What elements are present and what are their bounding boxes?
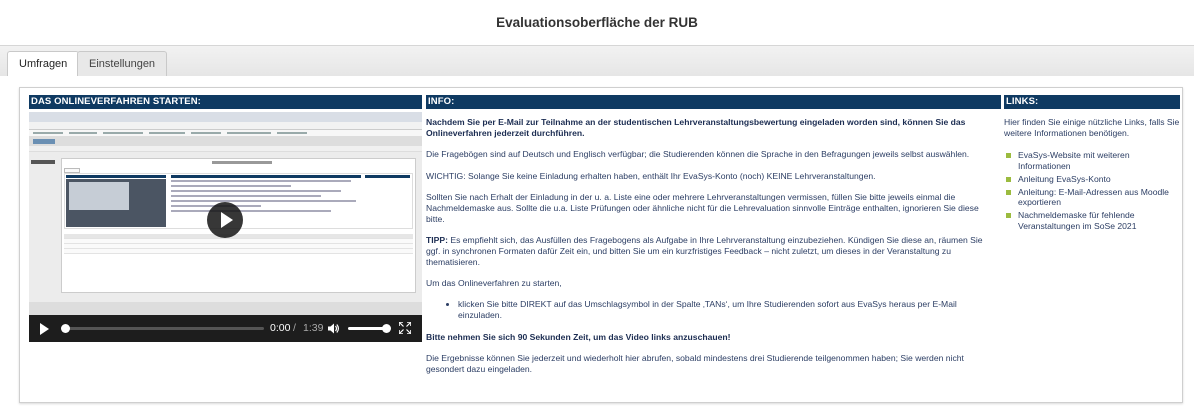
video-controls: 0:00 / 1:39: [29, 315, 422, 342]
link-anleitung-konto[interactable]: Anleitung EvaSys-Konto: [1004, 174, 1182, 185]
tab-umfragen[interactable]: Umfragen: [7, 51, 80, 78]
video-duration: 1:39: [303, 322, 324, 334]
tab-einstellungen[interactable]: Einstellungen: [77, 51, 168, 77]
link-moodle-export[interactable]: Anleitung: E-Mail-Adressen aus Moodle ex…: [1004, 187, 1182, 209]
info-tip-label: TIPP:: [426, 234, 448, 245]
info-text: Nachdem Sie per E-Mail zur Teilnahme an …: [426, 117, 998, 385]
bullet-square-icon: [1006, 152, 1011, 158]
video-time-separator: /: [293, 322, 296, 334]
info-languages: Die Fragebögen sind auf Deutsch und Engl…: [426, 149, 970, 160]
info-important: WICHTIG: Solange Sie keine Einladung erh…: [426, 170, 876, 181]
page-header: Evaluationsoberfläche der RUB: [0, 0, 1194, 44]
play-icon[interactable]: [40, 323, 49, 335]
info-steps: klicken Sie bitte DIREKT auf das Umschla…: [458, 299, 998, 321]
link-nachmeldemaske[interactable]: Nachmeldemaske für fehlende Veranstaltun…: [1004, 210, 1182, 232]
page-title: Evaluationsoberfläche der RUB: [496, 14, 698, 30]
link-label[interactable]: Anleitung EvaSys-Konto: [1018, 174, 1111, 184]
tab-panel: DAS ONLINEVERFAHREN STARTEN: INFO: LINKS…: [0, 76, 1194, 409]
bullet-square-icon: [1006, 189, 1011, 195]
info-intro: Nachdem Sie per E-Mail zur Teilnahme an …: [426, 117, 966, 138]
bullet-square-icon: [1006, 213, 1011, 219]
info-column-header: INFO:: [426, 95, 1001, 109]
link-label[interactable]: Nachmeldemaske für fehlende Veranstaltun…: [1018, 210, 1137, 231]
fullscreen-icon[interactable]: [399, 322, 411, 334]
link-label[interactable]: EvaSys-Website mit weiteren Informatione…: [1018, 150, 1130, 171]
tutorial-video[interactable]: 0:00 / 1:39: [29, 112, 422, 342]
info-results: Die Ergebnisse können Sie jederzeit und …: [426, 352, 964, 374]
volume-knob[interactable]: [382, 324, 391, 333]
video-progress-knob[interactable]: [61, 324, 70, 333]
video-current-time: 0:00: [270, 322, 291, 334]
info-tip-text: Es empfiehlt sich, das Ausfüllen des Fra…: [426, 234, 983, 267]
start-column-header: DAS ONLINEVERFAHREN STARTEN:: [29, 95, 422, 109]
big-play-icon[interactable]: [207, 202, 243, 238]
link-evasys-website[interactable]: EvaSys-Website mit weiteren Informatione…: [1004, 150, 1182, 172]
video-progress-bar[interactable]: [61, 324, 264, 333]
info-step-item: klicken Sie bitte DIREKT auf das Umschla…: [458, 299, 998, 321]
info-video-hint: Bitte nehmen Sie sich 90 Sekunden Zeit, …: [426, 331, 731, 342]
bullet-square-icon: [1006, 176, 1011, 182]
volume-icon[interactable]: [328, 323, 340, 334]
content-box: DAS ONLINEVERFAHREN STARTEN: INFO: LINKS…: [19, 87, 1183, 403]
video-evasys-logo: [33, 139, 55, 144]
info-missing-courses: Sollten Sie nach Erhalt der Einladung in…: [426, 191, 979, 224]
info-tip: TIPP: Es empfiehlt sich, das Ausfüllen d…: [426, 235, 998, 268]
links-panel: Hier finden Sie einige nützliche Links, …: [1004, 117, 1182, 234]
links-intro: Hier finden Sie einige nützliche Links, …: [1004, 117, 1180, 138]
video-browser-chrome: [29, 112, 422, 122]
link-list: EvaSys-Website mit weiteren Informatione…: [1004, 150, 1182, 232]
video-browser-urlbar: [29, 122, 422, 130]
video-browser-bookmarks: [29, 130, 422, 136]
link-label[interactable]: Anleitung: E-Mail-Adressen aus Moodle ex…: [1018, 187, 1169, 208]
tab-bar: Umfragen Einstellungen: [0, 45, 1194, 78]
info-start: Um das Onlineverfahren zu starten,: [426, 278, 562, 289]
links-column-header: LINKS:: [1004, 95, 1180, 109]
